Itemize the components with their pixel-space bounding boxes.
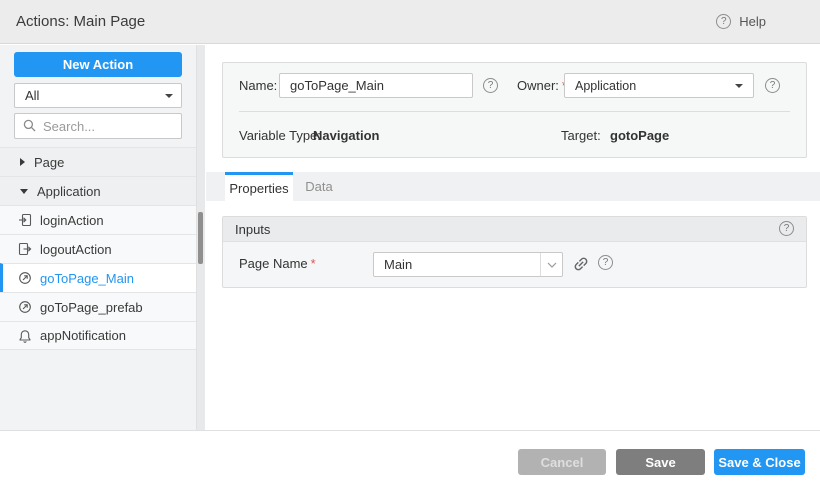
owner-dropdown[interactable]: Application	[564, 73, 754, 98]
bell-icon	[18, 329, 32, 343]
inputs-section-title: Inputs	[235, 217, 270, 242]
tree-group-page[interactable]: Page	[0, 147, 196, 176]
sidebar-scrollbar-thumb[interactable]	[198, 212, 203, 264]
inputs-section: Inputs ? Page Name* Main ?	[222, 216, 807, 288]
chevron-down-icon	[165, 94, 173, 98]
target-label: Target:	[561, 127, 601, 145]
required-marker: *	[311, 256, 316, 271]
logout-icon	[18, 242, 32, 256]
inputs-help-icon[interactable]: ?	[779, 221, 794, 236]
tree-item-gotopage-main[interactable]: goToPage_Main	[0, 263, 196, 292]
owner-help-icon[interactable]: ?	[765, 78, 780, 93]
save-close-button[interactable]: Save & Close	[714, 449, 805, 475]
search-input[interactable]	[43, 119, 173, 134]
tree-item-loginaction[interactable]: loginAction	[0, 205, 196, 234]
page-name-dropdown-value: Main	[374, 257, 540, 272]
navigate-icon	[18, 271, 32, 285]
chevron-down-icon	[735, 84, 743, 88]
action-tree: Page Application loginAction logoutActio…	[0, 147, 196, 350]
filter-dropdown-value: All	[25, 88, 165, 103]
divider	[239, 111, 790, 112]
filter-dropdown[interactable]: All	[14, 83, 182, 108]
tree-item-label: goToPage_prefab	[40, 300, 143, 315]
tree-group-label: Application	[37, 184, 101, 199]
inputs-section-header: Inputs ?	[223, 217, 806, 242]
help-icon: ?	[716, 14, 731, 29]
chevron-box	[540, 253, 562, 276]
tree-item-gotopage-prefab[interactable]: goToPage_prefab	[0, 292, 196, 321]
help-button[interactable]: ? Help	[716, 14, 766, 29]
help-label: Help	[739, 14, 766, 29]
page-name-label: Page Name*	[239, 256, 316, 271]
search-box	[14, 113, 182, 139]
tab-data[interactable]: Data	[293, 172, 345, 201]
target-value: gotoPage	[610, 127, 669, 145]
save-button[interactable]: Save	[616, 449, 705, 475]
action-summary-panel: Name:* ? Owner:* Application ? Variable …	[222, 62, 807, 158]
tree-item-label: appNotification	[40, 328, 126, 343]
cancel-button[interactable]: Cancel	[518, 449, 606, 475]
inputs-section-body: Page Name* Main ?	[223, 242, 806, 287]
login-icon	[18, 213, 32, 227]
actions-dialog: Actions: Main Page ? Help New Action All…	[0, 0, 820, 488]
tree-group-label: Page	[34, 155, 64, 170]
variable-type-value: Navigation	[313, 127, 379, 145]
tree-item-label: goToPage_Main	[40, 271, 134, 286]
tab-properties[interactable]: Properties	[225, 172, 293, 201]
new-action-button[interactable]: New Action	[14, 52, 182, 77]
navigate-icon	[18, 300, 32, 314]
dialog-footer: Cancel Save Save & Close	[0, 430, 820, 488]
page-name-help-icon[interactable]: ?	[598, 255, 613, 270]
tree-item-label: loginAction	[40, 213, 104, 228]
owner-label: Owner:*	[517, 73, 567, 98]
dialog-header: Actions: Main Page ? Help	[0, 0, 820, 44]
variable-type-label: Variable Type:	[239, 127, 321, 145]
page-name-dropdown[interactable]: Main	[373, 252, 563, 277]
caret-down-icon	[20, 189, 28, 194]
tree-item-label: logoutAction	[40, 242, 112, 257]
tab-bar: Properties Data	[206, 172, 820, 201]
chevron-down-icon	[547, 262, 557, 268]
name-help-icon[interactable]: ?	[483, 78, 498, 93]
tree-group-application[interactable]: Application	[0, 176, 196, 205]
caret-right-icon	[20, 158, 25, 166]
tree-item-logoutaction[interactable]: logoutAction	[0, 234, 196, 263]
actions-sidebar: New Action All Page Application	[0, 45, 196, 430]
bind-link-icon[interactable]	[572, 255, 590, 273]
tree-item-appnotification[interactable]: appNotification	[0, 321, 196, 350]
owner-dropdown-value: Application	[575, 79, 735, 93]
search-icon	[23, 119, 37, 133]
name-input[interactable]	[279, 73, 473, 98]
page-title: Actions: Main Page	[16, 0, 145, 44]
